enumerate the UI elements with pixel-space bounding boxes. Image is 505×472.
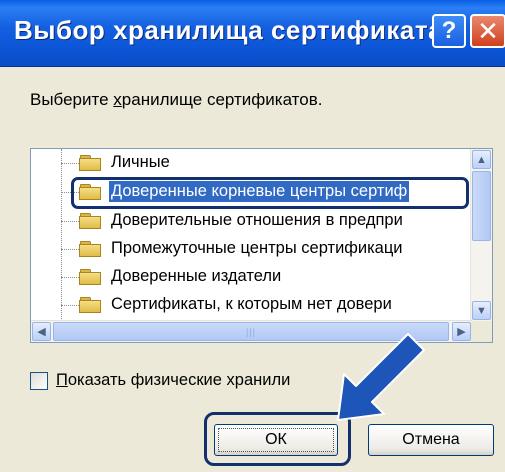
tree-item-label: Доверенные издатели — [111, 267, 282, 285]
chevron-down-icon: ▼ — [476, 304, 487, 317]
scroll-right-button[interactable]: ▶ — [452, 322, 471, 341]
instruction-text: Выберите хранилище сертификатов. — [30, 90, 322, 110]
tree-line — [61, 277, 79, 278]
certificate-store-tree[interactable]: Личные Доверенные корневые центры сертиф… — [30, 148, 493, 343]
tree-item-intermediate[interactable]: Промежуточные центры сертификаци — [31, 237, 471, 261]
chevron-left-icon: ◀ — [37, 326, 46, 338]
vertical-scroll-thumb[interactable] — [472, 171, 491, 241]
tree-item-untrusted[interactable]: Сертификаты, к которым нет довери — [31, 293, 471, 317]
help-icon: ? — [441, 17, 457, 44]
scroll-left-button[interactable]: ◀ — [32, 322, 51, 341]
scroll-up-button[interactable]: ▲ — [472, 150, 491, 169]
instruction-prefix: Выберите — [30, 90, 114, 109]
tree-item-label: Доверительные отношения в предпри — [111, 211, 403, 229]
title-bar: Выбор хранилища сертификата ? ✕ — [0, 0, 505, 67]
folder-icon — [79, 297, 101, 313]
tree-content: Личные Доверенные корневые центры сертиф… — [31, 149, 471, 319]
chevron-right-icon: ▶ — [457, 326, 466, 338]
folder-icon — [79, 213, 101, 229]
tree-item-enterprise-trust[interactable]: Доверительные отношения в предпри — [31, 209, 471, 233]
cancel-button-label: Отмена — [402, 431, 460, 448]
tree-item-label: Сертификаты, к которым нет довери — [111, 295, 392, 313]
selection-highlight-ring — [71, 177, 469, 209]
folder-icon — [79, 269, 101, 285]
folder-icon — [79, 155, 101, 171]
checkbox-label: Показать физические хранили — [56, 371, 290, 390]
close-icon: ✕ — [477, 15, 499, 46]
tree-line — [61, 221, 79, 222]
help-button[interactable]: ? — [432, 14, 466, 48]
vertical-scrollbar[interactable]: ▲ ▼ — [470, 149, 492, 321]
tree-line — [61, 163, 79, 164]
window-title: Выбор хранилища сертификата — [14, 15, 444, 45]
close-button[interactable]: ✕ — [470, 14, 505, 48]
scroll-down-button[interactable]: ▼ — [472, 301, 491, 320]
pointer-arrow-icon — [337, 333, 425, 421]
folder-icon — [79, 241, 101, 257]
instruction-accelerator: х — [113, 90, 122, 109]
tree-line — [61, 305, 79, 306]
checkbox-label-rest: оказать физические хранили — [67, 371, 291, 389]
grip-icon: ||| — [245, 326, 256, 337]
tree-item-label: Личные — [111, 153, 170, 171]
instruction-suffix: ранилище сертификатов. — [121, 90, 323, 109]
tree-item-personal[interactable]: Личные — [31, 151, 471, 175]
scrollbar-corner — [471, 321, 492, 342]
tree-line — [61, 249, 79, 250]
show-physical-stores-checkbox[interactable] — [30, 372, 48, 390]
chevron-up-icon: ▲ — [476, 153, 487, 166]
checkbox-accelerator: П — [56, 371, 68, 389]
tree-item-label: Промежуточные центры сертификаци — [111, 239, 403, 257]
tree-item-trusted-publishers[interactable]: Доверенные издатели — [31, 265, 471, 289]
